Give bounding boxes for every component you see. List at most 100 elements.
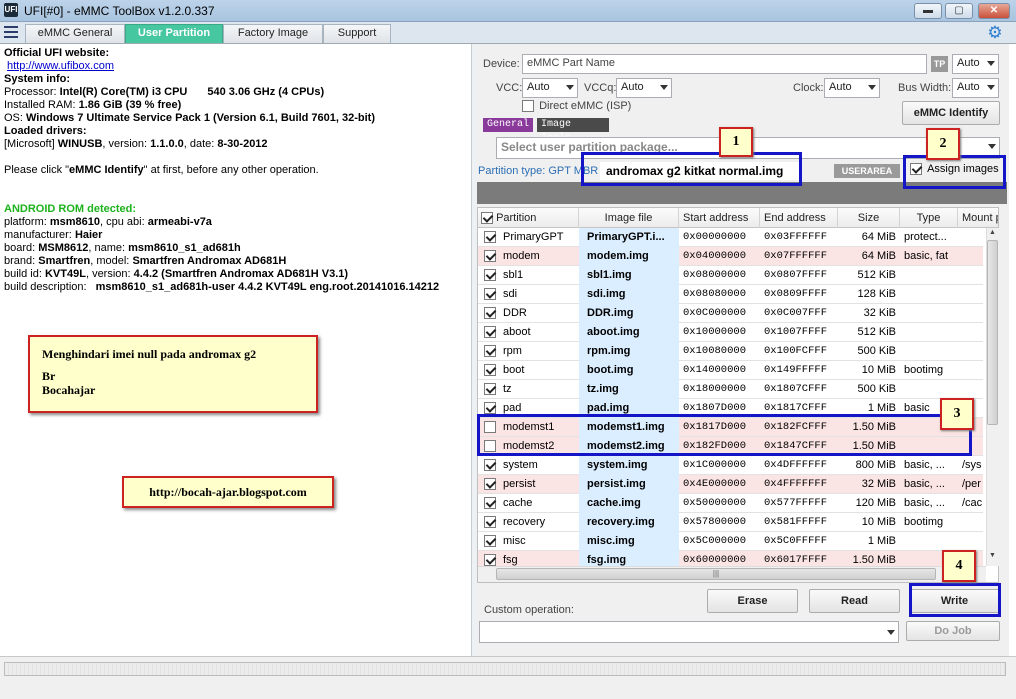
custom-operation-select[interactable] bbox=[479, 621, 899, 643]
direct-emmc-checkbox[interactable]: Direct eMMC (ISP) bbox=[522, 100, 631, 113]
partition-table: Partition Image file Start address End a… bbox=[477, 207, 999, 583]
row-checkbox[interactable] bbox=[484, 364, 496, 377]
gear-icon[interactable]: ⚙ bbox=[986, 24, 1004, 42]
checkbox[interactable] bbox=[481, 212, 493, 225]
scroll-up-icon[interactable]: ▲ bbox=[989, 229, 996, 236]
buswidth-select[interactable]: Auto bbox=[952, 78, 999, 98]
table-row[interactable]: sdi sdi.img 0x08080000 0x0809FFFF 128 KiB bbox=[478, 285, 983, 304]
cell-partition[interactable]: cache bbox=[478, 494, 579, 513]
row-checkbox[interactable] bbox=[484, 307, 496, 320]
table-row[interactable]: cache cache.img 0x50000000 0x577FFFFF 120 Mi… bbox=[478, 494, 983, 513]
table-row[interactable]: DDR DDR.img 0x0C000000 0x0C007FFF 32 KiB bbox=[478, 304, 983, 323]
horizontal-scroll-thumb[interactable]: ||| bbox=[496, 568, 936, 580]
tp-select[interactable]: Auto bbox=[952, 54, 999, 74]
scroll-down-icon[interactable]: ▼ bbox=[989, 552, 996, 559]
row-checkbox[interactable] bbox=[484, 402, 496, 415]
cell-image-file[interactable]: sbl1.img bbox=[579, 266, 679, 285]
cell-partition[interactable]: sbl1 bbox=[478, 266, 579, 285]
cell-image-file[interactable]: boot.img bbox=[579, 361, 679, 380]
cell-partition[interactable]: tz bbox=[478, 380, 579, 399]
row-checkbox[interactable] bbox=[484, 516, 496, 529]
vertical-scroll-thumb[interactable] bbox=[987, 240, 998, 425]
row-checkbox[interactable] bbox=[484, 459, 496, 472]
cell-image-file[interactable]: PrimaryGPT.i... bbox=[579, 228, 679, 247]
cell-start: 0x18000000 bbox=[683, 383, 747, 395]
table-row[interactable]: aboot aboot.img 0x10000000 0x1007FFFF 512 Ki… bbox=[478, 323, 983, 342]
cell-size: 512 KiB bbox=[857, 269, 896, 281]
row-checkbox[interactable] bbox=[484, 554, 496, 567]
website-url[interactable]: http://www.ufibox.com bbox=[7, 60, 114, 72]
maximize-button[interactable]: ▢ bbox=[945, 3, 973, 19]
cell-image-file[interactable]: rpm.img bbox=[579, 342, 679, 361]
table-row[interactable]: recovery recovery.img 0x57800000 0x581FFFFF… bbox=[478, 513, 983, 532]
cell-mount bbox=[958, 361, 988, 380]
column-start-address[interactable]: Start address bbox=[679, 208, 760, 228]
column-partition[interactable]: Partition bbox=[478, 208, 579, 228]
table-row[interactable]: PrimaryGPT PrimaryGPT.i... 0x00000000 0x03F… bbox=[478, 228, 983, 247]
row-checkbox[interactable] bbox=[484, 269, 496, 282]
column-end-address[interactable]: End address bbox=[760, 208, 838, 228]
row-checkbox[interactable] bbox=[484, 383, 496, 396]
cell-image-file[interactable]: aboot.img bbox=[579, 323, 679, 342]
cell-partition[interactable]: PrimaryGPT bbox=[478, 228, 579, 247]
emmc-identify-button[interactable]: eMMC Identify bbox=[902, 101, 1000, 125]
row-checkbox[interactable] bbox=[484, 345, 496, 358]
sub-tab-general[interactable]: General bbox=[483, 118, 534, 132]
tab-factory-image[interactable]: Factory Image bbox=[223, 24, 323, 43]
clock-select[interactable]: Auto bbox=[824, 78, 880, 98]
column-size[interactable]: Size bbox=[838, 208, 900, 228]
cell-image-file[interactable]: sdi.img bbox=[579, 285, 679, 304]
cell-image-file[interactable]: persist.img bbox=[579, 475, 679, 494]
cell-image-file[interactable]: system.img bbox=[579, 456, 679, 475]
cell-partition[interactable]: aboot bbox=[478, 323, 579, 342]
row-checkbox[interactable] bbox=[484, 231, 496, 244]
table-row[interactable]: system system.img 0x1C000000 0x4DFFFFFF 800 … bbox=[478, 456, 983, 475]
vcc-select[interactable]: Auto bbox=[522, 78, 578, 98]
tab-support[interactable]: Support bbox=[323, 24, 391, 43]
table-row[interactable]: boot boot.img 0x14000000 0x149FFFFF 10 MiB bo… bbox=[478, 361, 983, 380]
sub-tab-image-tools[interactable]: Image Tools bbox=[537, 118, 609, 144]
device-field[interactable]: eMMC Part Name bbox=[522, 54, 927, 74]
column-image-file[interactable]: Image file bbox=[579, 208, 679, 228]
vccq-select[interactable]: Auto bbox=[616, 78, 672, 98]
cell-image-file[interactable]: misc.img bbox=[579, 532, 679, 551]
table-row[interactable]: rpm rpm.img 0x10080000 0x100FCFFF 500 KiB bbox=[478, 342, 983, 361]
table-row[interactable]: persist persist.img 0x4E000000 0x4FFFFFFF 32… bbox=[478, 475, 983, 494]
cell-image-file[interactable]: DDR.img bbox=[579, 304, 679, 323]
row-checkbox[interactable] bbox=[484, 250, 496, 263]
checkbox[interactable] bbox=[522, 100, 534, 113]
close-button[interactable]: ✕ bbox=[978, 3, 1010, 19]
do-job-button[interactable]: Do Job bbox=[906, 621, 1000, 641]
tab-user-partition[interactable]: User Partition bbox=[125, 24, 223, 43]
cell-partition[interactable]: persist bbox=[478, 475, 579, 494]
cell-partition[interactable]: recovery bbox=[478, 513, 579, 532]
cell-partition[interactable]: system bbox=[478, 456, 579, 475]
table-row[interactable]: sbl1 sbl1.img 0x08000000 0x0807FFFF 512 KiB bbox=[478, 266, 983, 285]
cell-image-file[interactable]: cache.img bbox=[579, 494, 679, 513]
row-checkbox[interactable] bbox=[484, 497, 496, 510]
cell-image-file[interactable]: tz.img bbox=[579, 380, 679, 399]
erase-button[interactable]: Erase bbox=[707, 589, 798, 613]
table-row[interactable]: tz tz.img 0x18000000 0x1807CFFF 500 KiB bbox=[478, 380, 983, 399]
column-mount-point[interactable]: Mount p bbox=[958, 208, 998, 228]
table-row[interactable]: modem modem.img 0x04000000 0x07FFFFFF 64 MiB… bbox=[478, 247, 983, 266]
row-checkbox[interactable] bbox=[484, 288, 496, 301]
website-link[interactable]: http://www.ufibox.com bbox=[7, 60, 114, 72]
cell-partition[interactable]: modem bbox=[478, 247, 579, 266]
minimize-button[interactable]: ▬ bbox=[914, 3, 942, 19]
table-row[interactable]: misc misc.img 0x5C000000 0x5C0FFFFF 1 MiB bbox=[478, 532, 983, 551]
cell-partition[interactable]: misc bbox=[478, 532, 579, 551]
cell-partition[interactable]: DDR bbox=[478, 304, 579, 323]
cell-partition[interactable]: rpm bbox=[478, 342, 579, 361]
hamburger-icon[interactable] bbox=[4, 26, 18, 40]
row-checkbox[interactable] bbox=[484, 326, 496, 339]
tab-emmc-general[interactable]: eMMC General bbox=[25, 24, 125, 43]
read-button[interactable]: Read bbox=[809, 589, 900, 613]
row-checkbox[interactable] bbox=[484, 535, 496, 548]
row-checkbox[interactable] bbox=[484, 478, 496, 491]
column-type[interactable]: Type bbox=[900, 208, 958, 228]
cell-image-file[interactable]: recovery.img bbox=[579, 513, 679, 532]
cell-partition[interactable]: boot bbox=[478, 361, 579, 380]
cell-image-file[interactable]: modem.img bbox=[579, 247, 679, 266]
cell-partition[interactable]: sdi bbox=[478, 285, 579, 304]
